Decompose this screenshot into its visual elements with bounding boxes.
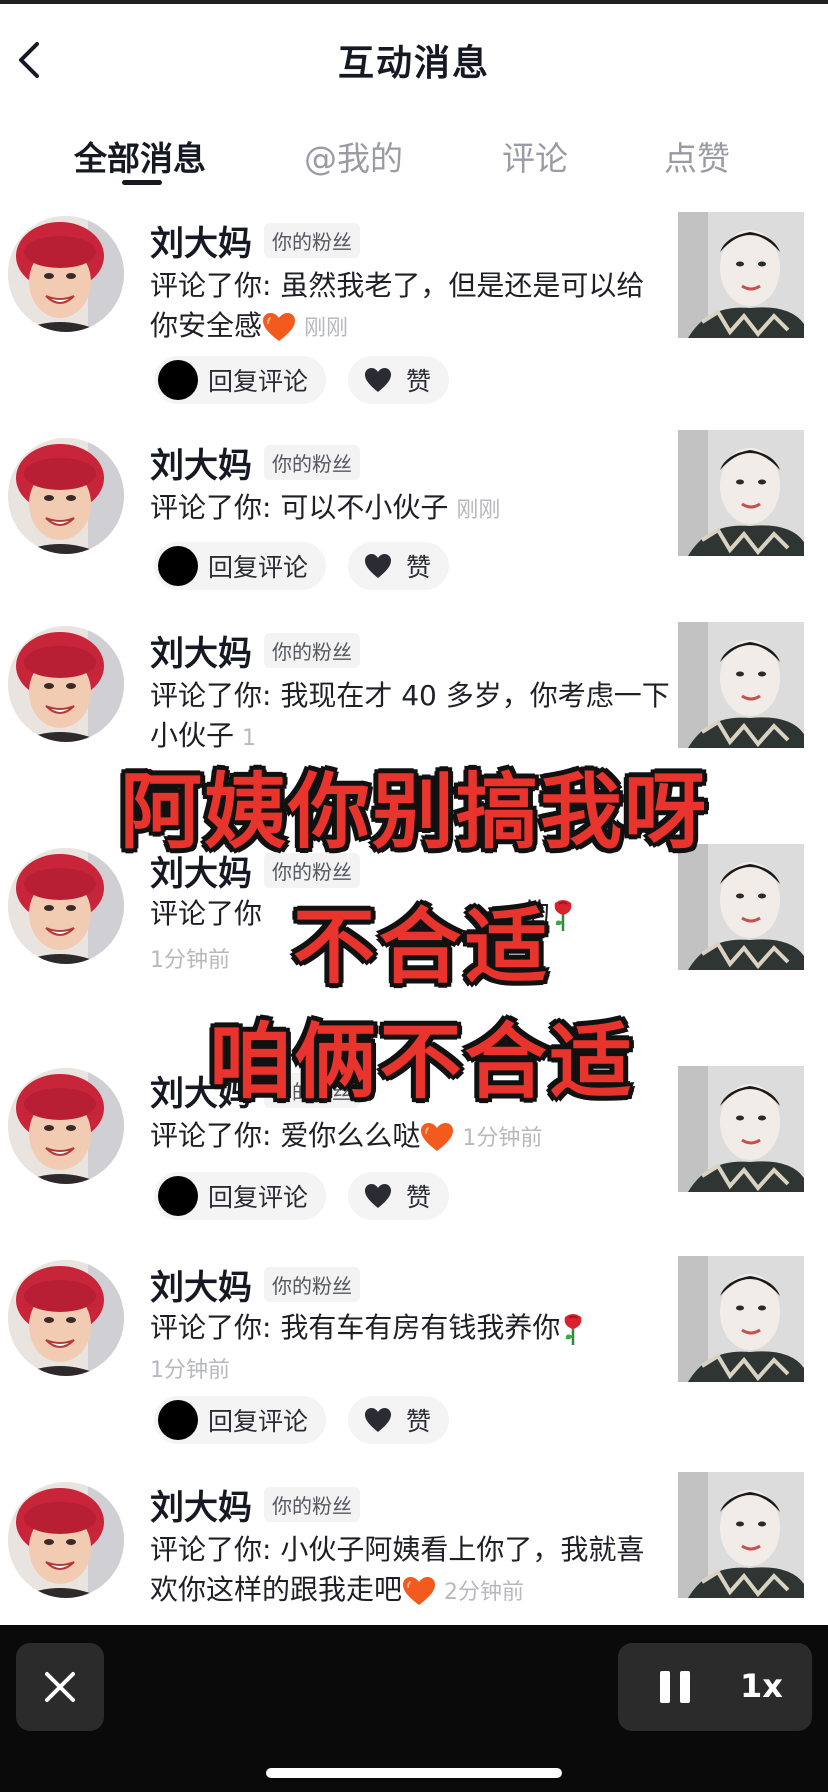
comment-text: 评论了你: 虽然我老了，但是还是可以给你安全感 刚刚 — [150, 269, 645, 342]
like-button[interactable]: 赞 — [348, 1172, 450, 1220]
timestamp: 1 — [242, 726, 257, 751]
top-edge — [0, 0, 828, 4]
comment-text: 评论了你: 爱你么么哒 1分钟前 — [150, 1119, 543, 1152]
reply-button[interactable]: 回复评论 — [154, 356, 327, 404]
playback-controls: 1x — [618, 1643, 812, 1731]
user-name[interactable]: 刘大妈 — [150, 438, 252, 487]
timestamp: 刚刚 — [304, 316, 349, 341]
timestamp: 2分钟前 — [444, 1580, 525, 1605]
heart-icon — [364, 1407, 392, 1433]
comment-text: 评论了你: 我现在才 40 多岁，你考虑一下小伙子 1 — [150, 679, 670, 752]
pause-icon[interactable] — [658, 1669, 692, 1705]
user-name[interactable]: 刘大妈 — [150, 1480, 252, 1529]
timestamp: 刚刚 — [456, 498, 501, 523]
timestamp: 1分钟前 — [150, 948, 230, 973]
avatar[interactable] — [8, 438, 124, 554]
tab-all-messages[interactable]: 全部消息 — [74, 132, 206, 180]
rose-emoji-icon — [560, 1312, 586, 1346]
video-thumbnail[interactable] — [678, 1066, 804, 1192]
video-thumbnail[interactable] — [678, 212, 804, 338]
like-button[interactable]: 赞 — [348, 1396, 450, 1444]
reply-button[interactable]: 回复评论 — [154, 1396, 327, 1444]
heart-emoji-icon — [402, 1576, 436, 1606]
video-thumbnail[interactable] — [678, 622, 804, 748]
comment-text: 评论了你: 小伙子阿姨看上你了，我就喜欢你这样的跟我走吧 2分钟前 — [150, 1533, 645, 1606]
tab-bar: 全部消息 @我的 评论 点赞 — [0, 124, 828, 194]
like-button[interactable]: 赞 — [348, 356, 450, 404]
avatar[interactable] — [8, 1068, 124, 1184]
reply-icon — [158, 546, 198, 586]
video-thumbnail[interactable] — [678, 1256, 804, 1382]
close-button[interactable] — [16, 1643, 104, 1731]
active-tab-indicator — [122, 180, 162, 185]
timestamp: 1分钟前 — [462, 1126, 543, 1151]
tab-mentions[interactable]: @我的 — [304, 132, 403, 180]
close-icon — [45, 1672, 75, 1702]
fan-badge: 你的粉丝 — [264, 633, 360, 668]
reply-button[interactable]: 回复评论 — [154, 542, 327, 590]
reply-icon — [158, 360, 198, 400]
user-name[interactable]: 刘大妈 — [150, 846, 252, 895]
tab-likes[interactable]: 点赞 — [664, 132, 730, 180]
fan-badge: 你的粉丝 — [264, 223, 360, 258]
video-thumbnail[interactable] — [678, 430, 804, 556]
like-button[interactable]: 赞 — [348, 542, 450, 590]
heart-emoji-icon — [420, 1122, 454, 1152]
user-name[interactable]: 刘大妈 — [150, 216, 252, 265]
heart-icon — [364, 1183, 392, 1209]
fan-badge: 你的粉丝 — [264, 1267, 360, 1302]
avatar[interactable] — [8, 848, 124, 964]
header: 互动消息 — [0, 20, 828, 100]
player-control-bar: 1x — [0, 1625, 828, 1792]
timestamp: 1分钟前 — [150, 1358, 230, 1383]
comment-text: 评论了你: 我有车有房有钱我养你 — [150, 1308, 670, 1348]
reply-icon — [158, 1176, 198, 1216]
home-indicator[interactable] — [266, 1768, 562, 1778]
user-name[interactable]: 刘大妈 — [150, 1260, 252, 1309]
fan-badge: 你的粉丝 — [264, 1487, 360, 1522]
tab-comments[interactable]: 评论 — [502, 132, 568, 180]
heart-emoji-icon — [262, 312, 296, 342]
user-name[interactable]: 刘大妈 — [150, 626, 252, 675]
heart-icon — [364, 367, 392, 393]
fan-badge: 你的粉丝 — [264, 445, 360, 480]
heart-icon — [364, 553, 392, 579]
page-title: 互动消息 — [337, 43, 490, 84]
rose-emoji-icon — [550, 898, 576, 932]
avatar[interactable] — [8, 216, 124, 332]
fan-badge: 你的粉丝 — [264, 1073, 360, 1108]
comment-text: 评论了你: 可以不小伙子 刚刚 — [150, 491, 501, 524]
video-thumbnail[interactable] — [678, 844, 804, 970]
comment-text: 评论了你的 — [150, 894, 610, 934]
fan-badge: 你的粉丝 — [264, 853, 360, 888]
reply-button[interactable]: 回复评论 — [154, 1172, 327, 1220]
user-name[interactable]: 刘大妈 — [150, 1066, 252, 1115]
reply-icon — [158, 1400, 198, 1440]
playback-speed-button[interactable]: 1x — [740, 1667, 783, 1705]
avatar[interactable] — [8, 1482, 124, 1598]
video-thumbnail[interactable] — [678, 1472, 804, 1598]
avatar[interactable] — [8, 626, 124, 742]
avatar[interactable] — [8, 1260, 124, 1376]
